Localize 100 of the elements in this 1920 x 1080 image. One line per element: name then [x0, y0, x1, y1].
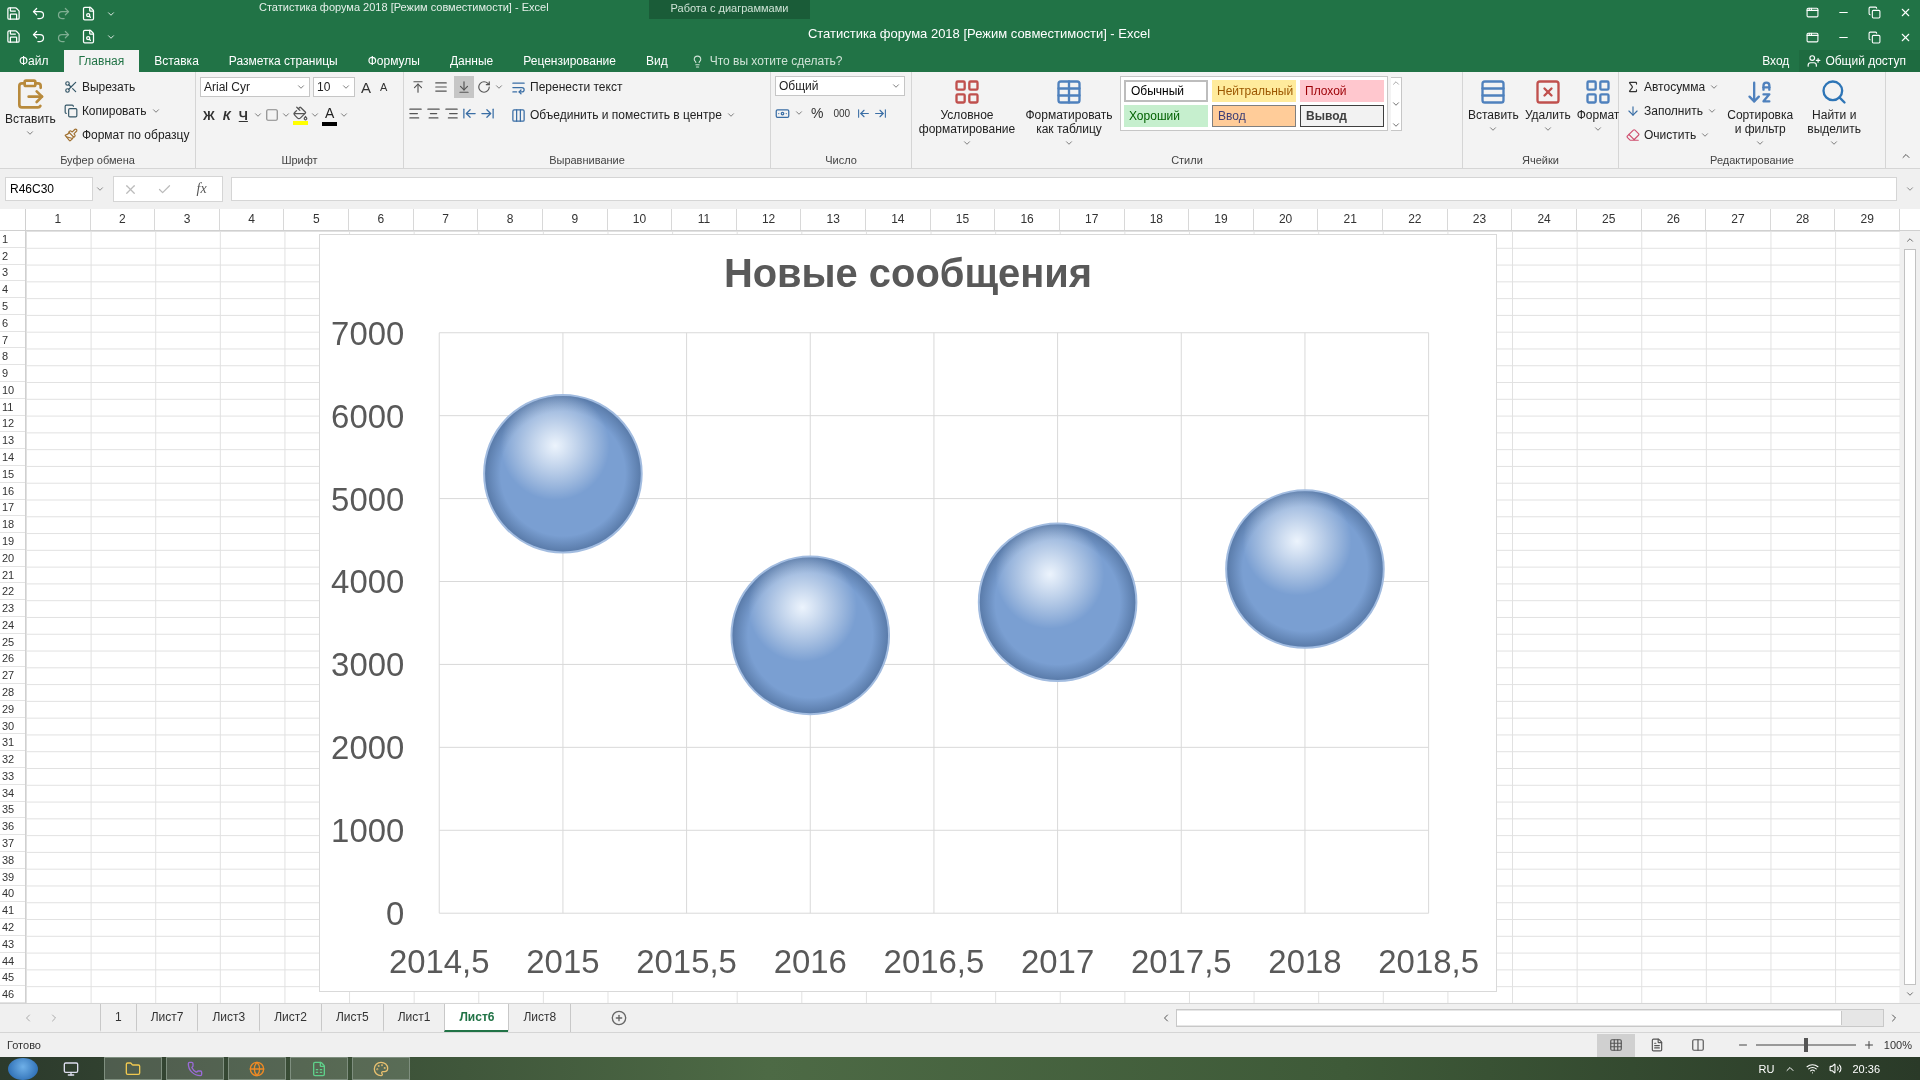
row-header[interactable]: 10 [0, 382, 25, 399]
row-header[interactable]: 4 [0, 281, 25, 299]
menu-tab[interactable]: Данные [434, 50, 509, 72]
row-header[interactable]: 33 [0, 768, 25, 785]
menu-tab[interactable]: Разметка страницы [213, 50, 353, 72]
clock[interactable]: 20:36 [1852, 1062, 1880, 1075]
row-header[interactable]: 13 [0, 432, 25, 450]
insert-function-button[interactable]: fx [190, 180, 213, 198]
share-button[interactable]: Общий доступ [1799, 50, 1920, 72]
column-header[interactable]: 25 [1576, 209, 1642, 230]
menu-tab[interactable]: Вставка [139, 50, 214, 72]
row-header[interactable]: 21 [0, 566, 25, 584]
row-header[interactable]: 38 [0, 851, 25, 869]
row-header[interactable]: 19 [0, 533, 25, 550]
fill-button[interactable]: Заполнить [1623, 100, 1723, 122]
vertical-align-button[interactable] [454, 76, 474, 98]
cell-style[interactable]: Вывод [1300, 105, 1384, 127]
column-header[interactable]: 23 [1447, 209, 1513, 230]
tell-me-field[interactable]: Что вы хотите сделать? [707, 53, 882, 69]
thousands-button[interactable]: 000 [830, 102, 854, 124]
merge-center-button[interactable]: Объединить и поместить в центре [508, 104, 739, 126]
row-header[interactable]: 28 [0, 684, 25, 701]
menu-tab[interactable]: Вид [630, 50, 683, 72]
row-header[interactable]: 17 [0, 499, 25, 517]
font-color-button[interactable]: A [321, 104, 338, 126]
context-tab[interactable]: Работа с диаграммами [648, 0, 811, 19]
row-header[interactable]: 34 [0, 784, 25, 802]
column-header[interactable]: 24 [1512, 209, 1577, 230]
find-select-button[interactable]: Найти и выделить [1798, 76, 1871, 150]
number-format-dropdown[interactable]: Общий [775, 76, 905, 96]
autosum-button[interactable]: Автосумма [1623, 76, 1723, 98]
column-header[interactable]: 7 [413, 209, 479, 230]
name-box[interactable]: R46C30 [5, 177, 93, 201]
column-header[interactable]: 6 [349, 209, 414, 230]
row-header[interactable]: 9 [0, 365, 25, 383]
row-header[interactable]: 31 [0, 734, 25, 752]
taskbar-button[interactable] [104, 1057, 162, 1080]
row-header[interactable]: 14 [0, 449, 25, 466]
row-header[interactable]: 8 [0, 348, 25, 366]
column-header[interactable]: 18 [1124, 209, 1190, 230]
font-size-dropdown[interactable]: 10 [313, 77, 355, 97]
row-header[interactable]: 29 [0, 700, 25, 718]
row-header[interactable]: 26 [0, 650, 25, 668]
conditional-formatting-button[interactable]: Условное форматирование [916, 76, 1018, 150]
view-button[interactable] [1596, 1033, 1635, 1057]
column-header[interactable]: 1 [26, 209, 91, 230]
column-header[interactable]: 11 [672, 209, 737, 230]
row-header[interactable]: 20 [0, 549, 25, 567]
format-painter-button[interactable]: Формат по образцу [60, 124, 193, 146]
row-header[interactable]: 3 [0, 264, 25, 282]
column-header[interactable]: 16 [995, 209, 1060, 230]
zoom-level[interactable]: 100% [1883, 1039, 1912, 1051]
shrink-font-button[interactable]: A [377, 76, 391, 98]
column-header[interactable]: 17 [1059, 209, 1125, 230]
formula-field[interactable] [231, 177, 1897, 201]
row-header[interactable]: 43 [0, 935, 25, 953]
menu-tab[interactable]: Файл [4, 50, 64, 72]
row-header[interactable]: 1 [0, 231, 25, 248]
column-header[interactable]: 9 [542, 209, 608, 230]
font-name-dropdown[interactable]: Arial Cyr [200, 77, 310, 97]
column-header[interactable]: 8 [478, 209, 543, 230]
column-header[interactable]: 2 [90, 209, 156, 230]
menu-tab[interactable]: Рецензирование [508, 50, 631, 72]
cell-style[interactable]: Плохой [1300, 80, 1384, 102]
column-header[interactable]: 12 [736, 209, 802, 230]
column-header[interactable]: 22 [1383, 209, 1448, 230]
menu-tab[interactable]: Формулы [352, 50, 435, 72]
column-header[interactable]: 5 [284, 209, 350, 230]
copy-button[interactable]: Копировать [60, 100, 193, 122]
row-header[interactable]: 36 [0, 818, 25, 836]
row-header[interactable]: 41 [0, 902, 25, 920]
cells-button[interactable]: Формат [1575, 76, 1621, 136]
bold-button[interactable]: Ж [200, 104, 218, 126]
row-header[interactable]: 27 [0, 667, 25, 685]
column-header[interactable]: 20 [1253, 209, 1319, 230]
column-header[interactable]: 21 [1318, 209, 1384, 230]
row-header[interactable]: 37 [0, 835, 25, 852]
row-header[interactable]: 32 [0, 751, 25, 769]
clear-button[interactable]: Очистить [1623, 124, 1723, 146]
row-header[interactable]: 24 [0, 617, 25, 634]
language-indicator[interactable]: RU [1758, 1062, 1775, 1075]
underline-button[interactable]: Ч [235, 104, 251, 126]
column-header[interactable]: 19 [1189, 209, 1254, 230]
column-header[interactable]: 10 [607, 209, 673, 230]
row-header[interactable]: 42 [0, 919, 25, 936]
column-header[interactable]: 26 [1641, 209, 1707, 230]
column-header[interactable]: 13 [801, 209, 867, 230]
chart[interactable]: Новые сообщения 0 1000 2000 3000 4000 5000 6000 7000 2014,5 2015 2015,5 2016 2016,5 2017 2017,5 2018 2018,5 [319, 234, 1497, 992]
row-header[interactable]: 22 [0, 583, 25, 601]
cut-button[interactable]: Вырезать [60, 76, 193, 98]
row-header[interactable]: 40 [0, 885, 25, 903]
percent-button[interactable]: % [808, 102, 827, 124]
row-header[interactable]: 16 [0, 482, 25, 500]
cell-style[interactable]: Нейтральный [1212, 80, 1296, 102]
row-header[interactable]: 35 [0, 801, 25, 819]
row-header[interactable]: 44 [0, 952, 25, 970]
row-header[interactable]: 18 [0, 516, 25, 534]
column-header[interactable]: 29 [1835, 209, 1900, 230]
column-header[interactable]: 14 [866, 209, 931, 230]
vertical-scrollbar[interactable] [1900, 231, 1920, 1003]
